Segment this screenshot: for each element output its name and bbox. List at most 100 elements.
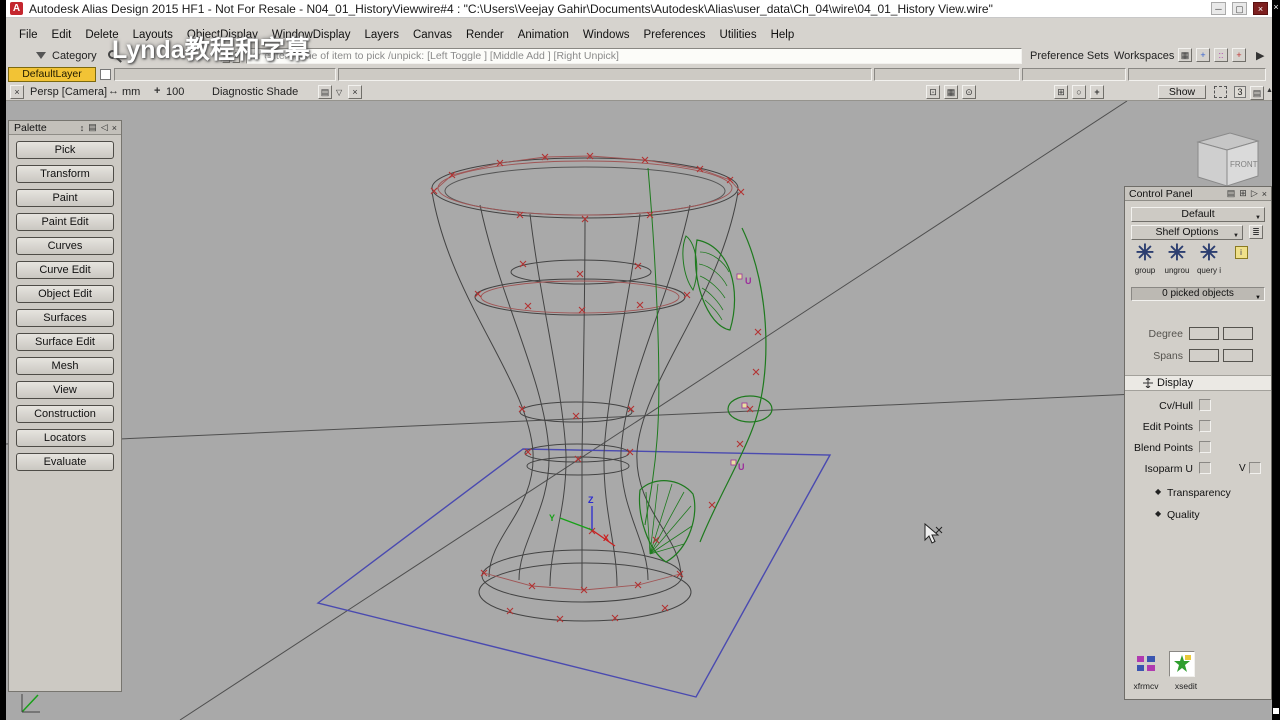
viewport-camera-label[interactable]: Persp [Camera] <box>30 86 107 98</box>
menu-file[interactable]: File <box>12 28 45 42</box>
palette-button-curve-edit[interactable]: Curve Edit <box>16 261 114 279</box>
layer-strip-2[interactable] <box>338 68 872 81</box>
palette-button-evaluate[interactable]: Evaluate <box>16 453 114 471</box>
category-label[interactable]: Category <box>52 50 97 62</box>
palette-button-transform[interactable]: Transform <box>16 165 114 183</box>
prompt-history-icon[interactable] <box>222 49 230 63</box>
palette-menu-icon[interactable]: ▤ <box>86 122 99 133</box>
control-panel-expand-icon[interactable]: ▷ <box>1249 188 1260 199</box>
palette-button-view[interactable]: View <box>16 381 114 399</box>
xsedit-tool[interactable] <box>1169 651 1195 677</box>
minimize-button[interactable]: ─ <box>1211 2 1226 15</box>
viewport-close-icon[interactable]: × <box>10 85 24 99</box>
menu-delete[interactable]: Delete <box>78 28 125 42</box>
tool-query[interactable]: ✳ query i <box>1193 241 1225 276</box>
control-panel-close-icon[interactable]: × <box>1260 189 1269 199</box>
tool-extra[interactable]: i <box>1225 241 1257 275</box>
viewport-scene[interactable]: U U Z X Y FRONT <box>0 101 1280 720</box>
degree-field-1[interactable] <box>1189 327 1219 340</box>
palette-title-bar[interactable]: Palette ↕ ▤ ◁ × <box>9 121 121 135</box>
shade-close-icon[interactable]: × <box>348 85 362 99</box>
toolbar-expand-icon[interactable]: ▶ <box>1256 49 1264 62</box>
overlay-close-icon[interactable]: × <box>1272 2 1280 12</box>
menu-windowdisplay[interactable]: WindowDisplay <box>265 28 358 42</box>
shelf-grid-icon[interactable]: ▦ <box>1178 48 1192 62</box>
palette-button-pick[interactable]: Pick <box>16 141 114 159</box>
edit-points-checkbox[interactable] <box>1199 420 1211 432</box>
tool-ungroup[interactable]: ✳ ungrou <box>1161 241 1193 276</box>
palette-button-paint-edit[interactable]: Paint Edit <box>16 213 114 231</box>
category-filter-icon[interactable] <box>36 52 46 59</box>
menu-preferences[interactable]: Preferences <box>637 28 713 42</box>
control-panel-menu-icon[interactable]: ▤ <box>1225 188 1238 199</box>
blend-points-checkbox[interactable] <box>1199 441 1211 453</box>
show-button[interactable]: Show <box>1158 85 1206 99</box>
layer-strip-4[interactable] <box>1022 68 1126 81</box>
shade-dropdown-icon[interactable]: ▽ <box>336 88 342 97</box>
xfrmcv-tool[interactable] <box>1133 651 1159 677</box>
palette-button-surface-edit[interactable]: Surface Edit <box>16 333 114 351</box>
magnify-icon[interactable]: ⊙ <box>962 85 976 99</box>
workspaces-button[interactable]: Workspaces <box>1114 50 1174 62</box>
prompt-input[interactable]: or enter name of item to pick /unpick: [… <box>246 48 1022 64</box>
layer-toggle-box[interactable] <box>100 69 111 80</box>
cvhull-checkbox[interactable] <box>1199 399 1211 411</box>
circle-select-icon[interactable]: ○ <box>1072 85 1086 99</box>
prompt-list-icon[interactable]: 1 <box>232 49 240 63</box>
palette-collapse-icon[interactable]: ◁ <box>99 122 110 133</box>
palette-button-paint[interactable]: Paint <box>16 189 114 207</box>
menu-help[interactable]: Help <box>764 28 802 42</box>
layer-strip-3[interactable] <box>874 68 1020 81</box>
palette-resize-icon[interactable]: ↕ <box>78 123 87 133</box>
menu-canvas[interactable]: Canvas <box>406 28 459 42</box>
layer-strip-5[interactable] <box>1128 68 1266 81</box>
viewport-zoom-value[interactable]: 100 <box>166 86 184 98</box>
palette-button-curves[interactable]: Curves <box>16 237 114 255</box>
palette-close-icon[interactable]: × <box>110 123 119 133</box>
spans-field-2[interactable] <box>1223 349 1253 362</box>
menu-layouts[interactable]: Layouts <box>126 28 180 42</box>
grid-toggle-icon[interactable]: ▦ <box>944 85 958 99</box>
palette-button-locators[interactable]: Locators <box>16 429 114 447</box>
preference-sets-button[interactable]: Preference Sets <box>1030 50 1109 62</box>
menu-layers[interactable]: Layers <box>357 28 406 42</box>
degree-field-2[interactable] <box>1223 327 1253 340</box>
shade-mode-label[interactable]: Diagnostic Shade <box>212 86 298 98</box>
layers-stack-icon[interactable]: ▤ <box>1250 86 1264 100</box>
palette-button-object-edit[interactable]: Object Edit <box>16 285 114 303</box>
viewport-number-box[interactable]: 3 <box>1234 86 1246 98</box>
control-panel-dock-icon[interactable]: ⊞ <box>1237 188 1249 199</box>
hotkeys-icon[interactable]: + <box>1232 48 1246 62</box>
marquee-icon[interactable] <box>1214 86 1227 98</box>
layer-strip-1[interactable] <box>114 68 336 81</box>
menu-utilities[interactable]: Utilities <box>713 28 764 42</box>
maximize-button[interactable]: ▢ <box>1232 2 1247 15</box>
menu-edit[interactable]: Edit <box>45 28 79 42</box>
shelf-stack-icon[interactable]: ≣ <box>1249 225 1263 239</box>
shade-list-icon[interactable]: ▤ <box>318 85 332 99</box>
quality-row[interactable]: ◆ Quality <box>1125 509 1273 523</box>
spans-field-1[interactable] <box>1189 349 1219 362</box>
default-layer-tab[interactable]: DefaultLayer <box>8 67 96 82</box>
control-panel-title-bar[interactable]: Control Panel ▤ ⊞ ▷ × <box>1125 187 1271 201</box>
isoparm-u-checkbox[interactable] <box>1199 462 1211 474</box>
picked-objects-status[interactable]: 0 picked objects ▼ <box>1131 287 1265 301</box>
display-section-header[interactable]: Display <box>1125 375 1271 391</box>
tool-group[interactable]: ✳ group <box>1129 241 1161 276</box>
camera-icon[interactable]: ⊡ <box>926 85 940 99</box>
page-icon[interactable]: ⊞ <box>1054 85 1068 99</box>
tool-palette-icon[interactable]: + <box>1196 48 1210 62</box>
menu-render[interactable]: Render <box>459 28 511 42</box>
isoparm-v-checkbox[interactable] <box>1249 462 1261 474</box>
move-icon[interactable]: + <box>1090 85 1104 99</box>
palette-button-construction[interactable]: Construction <box>16 405 114 423</box>
close-button[interactable]: × <box>1253 2 1268 15</box>
palette-button-surfaces[interactable]: Surfaces <box>16 309 114 327</box>
search-icon[interactable] <box>108 50 117 59</box>
shelf-default-dropdown[interactable]: Default ▼ <box>1131 207 1265 222</box>
shelf-options-dropdown[interactable]: Shelf Options ▼ <box>1131 225 1243 240</box>
palette-button-mesh[interactable]: Mesh <box>16 357 114 375</box>
marking-menu-icon[interactable]: :: <box>1214 48 1228 62</box>
menu-windows[interactable]: Windows <box>576 28 637 42</box>
front-view-cube[interactable]: FRONT <box>1196 132 1260 187</box>
